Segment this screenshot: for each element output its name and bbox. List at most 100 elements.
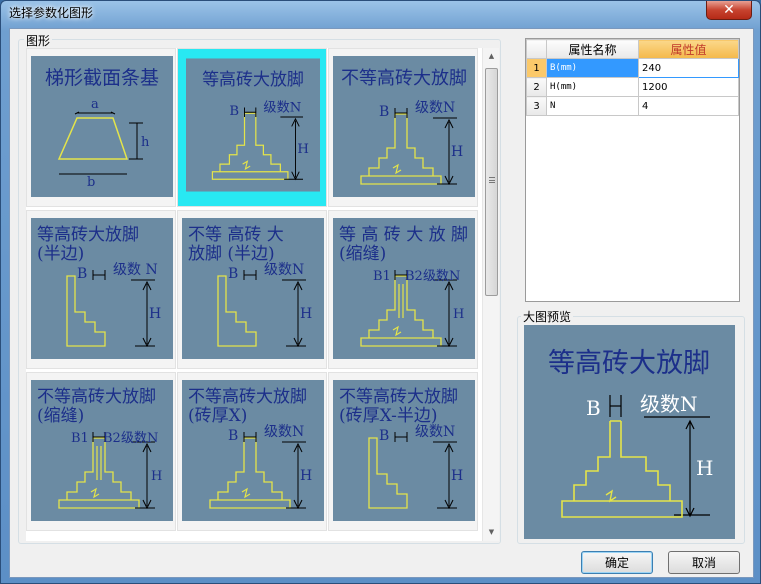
tile-label: b [87, 175, 95, 190]
shape-thumbnail: 不等高砖大放脚(砖厚X-半边) B 级数N H [333, 380, 475, 521]
scroll-thumb[interactable] [485, 68, 498, 296]
row-index: 1 [526, 58, 547, 78]
tile-label: 级数N [264, 262, 304, 278]
shape-thumbnail: 不等高砖大放脚 B 级数N H [333, 56, 475, 197]
preview-footing-outline [561, 420, 683, 518]
shape-tile[interactable]: 梯形截面条基 a h b [26, 48, 176, 207]
tile-label: B [229, 104, 239, 119]
row-index: 3 [526, 96, 547, 116]
tile-title-line2: (砖厚X-半边) [339, 406, 438, 426]
preview-break-mark-icon [605, 489, 617, 503]
title-bar[interactable]: 选择参数化图形 ✕ [1, 1, 760, 27]
tile-label: 级数N [415, 424, 455, 440]
tile-label: H [297, 142, 309, 157]
tile-label: H [453, 307, 464, 322]
tile-label: 级数N [423, 269, 460, 284]
tile-title-line2: (缩缝) [339, 244, 386, 264]
tile-title-line1: 等高砖大放脚 [37, 225, 139, 245]
property-name-cell: B(mm) [546, 58, 639, 78]
tile-label: B [228, 266, 238, 282]
shape-thumbnail: 不等高砖大放脚(缩缝) B1 B2 级数N H [31, 380, 173, 521]
tile-label: h [141, 135, 150, 150]
dialog-window: 选择参数化图形 ✕ 图形 梯形截面条基 a h b 等高砖大放脚 B 级数N H 不等高砖大放脚… [0, 0, 761, 584]
preview-title: 等高砖大放脚 [548, 348, 710, 379]
property-row[interactable]: 1 B(mm) 240 [526, 58, 739, 78]
tile-label: H [300, 306, 312, 322]
tile-label: 级数N [263, 99, 301, 115]
tile-label: B2 [405, 269, 423, 284]
tile-label: H [451, 468, 463, 484]
scroll-down-arrow-icon[interactable]: ▼ [483, 524, 500, 541]
dialog-client: 图形 梯形截面条基 a h b 等高砖大放脚 B 级数N H 不等高砖大放脚 B 级数N H 等高砖大放… [9, 28, 754, 578]
tile-label: 级数 N [113, 262, 158, 278]
tile-label: B1 [71, 431, 89, 446]
property-value-cell[interactable]: 1200 [638, 77, 739, 97]
tile-label: B [228, 428, 238, 444]
property-value-cell[interactable]: 4 [638, 96, 739, 116]
close-button[interactable]: ✕ [706, 1, 752, 20]
window-title: 选择参数化图形 [9, 6, 94, 20]
shape-tile[interactable]: 不等高砖大放脚 (砖厚X-半边) B 级数N H [328, 372, 478, 531]
gallery-group-label: 图形 [24, 32, 53, 49]
shape-gallery[interactable]: 梯形截面条基 a h b 等高砖大放脚 B 级数N H 不等高砖大放脚 B 级数N H 等高砖大放脚 (半… [26, 48, 498, 541]
tile-title-line2: 放脚 (半边) [188, 244, 275, 264]
tile-title: 等高砖大放脚 [202, 70, 304, 90]
shape-thumbnail: 等 高 砖 大 放 脚(缩缝) B1 B2 级数N H [333, 218, 475, 359]
tile-label: 级数N [264, 424, 304, 440]
header-property-value: 属性值 [638, 39, 739, 59]
tile-label: B [77, 266, 87, 282]
shape-tile[interactable]: 不等 高砖 大放脚 (半边) B 级数N H [177, 210, 327, 369]
property-value-cell[interactable]: 240 [638, 58, 739, 78]
property-name-cell: N [546, 96, 639, 116]
tile-label: 级数N [121, 431, 158, 446]
preview-label-h: H [696, 456, 713, 480]
tile-label: B [379, 428, 389, 444]
property-name-cell: H(mm) [546, 77, 639, 97]
tile-title-line2: (半边) [37, 244, 84, 264]
tile-label: B1 [373, 269, 391, 284]
tile-label: a [91, 97, 99, 112]
shape-tile[interactable]: 不等高砖大放脚 (砖厚X) B 级数N H [177, 372, 327, 531]
tile-title-line2: (砖厚X) [188, 406, 247, 426]
shape-thumbnail: 不等高砖大放脚(砖厚X) B 级数N H [182, 380, 324, 521]
corner-header [526, 39, 547, 59]
tile-title-line1: 不等 高砖 大 [188, 225, 284, 245]
scroll-up-arrow-icon[interactable]: ▲ [483, 48, 500, 65]
preview-group-label: 大图预览 [521, 308, 574, 325]
gallery-scrollbar[interactable]: ▲ ▼ [482, 48, 499, 541]
shape-thumbnail: 梯形截面条基 a h b [31, 56, 173, 197]
preview-drawing: 等高砖大放脚 B 级数N H [548, 348, 713, 518]
property-row[interactable]: 2 H(mm) 1200 [526, 77, 739, 97]
tile-title: 梯形截面条基 [45, 67, 159, 89]
tile-label: 级数N [415, 100, 455, 116]
tile-label: H [151, 469, 162, 484]
shape-tile[interactable]: 不等高砖大放脚 B 级数N H [328, 48, 478, 207]
cancel-button[interactable]: 取消 [668, 551, 740, 574]
ok-button[interactable]: 确定 [581, 551, 653, 574]
shape-thumbnail: 不等 高砖 大放脚 (半边) B 级数N H [182, 218, 324, 359]
tile-label: H [451, 144, 463, 160]
tile-label: B [379, 104, 389, 120]
preview-label-b: B [586, 396, 601, 420]
scroll-grip-icon [489, 177, 495, 183]
tile-title-line1: 不等高砖大放脚 [37, 387, 156, 407]
property-grid[interactable]: 属性名称 属性值 1 B(mm) 240 2 H(mm) 1200 3 N 4 [525, 38, 740, 302]
header-property-name: 属性名称 [546, 39, 639, 59]
tile-title-line1: 不等高砖大放脚 [339, 387, 458, 407]
shape-thumbnail: 等高砖大放脚(半边) B 级数 N H [31, 218, 173, 359]
tile-label: H [300, 468, 312, 484]
preview-label-n: 级数N [640, 392, 698, 416]
preview-image: 等高砖大放脚 B 级数N H [524, 325, 735, 539]
row-index: 2 [526, 77, 547, 97]
tile-title: 不等高砖大放脚 [341, 68, 467, 89]
shape-tile[interactable]: 等高砖大放脚 B 级数N H [177, 48, 327, 207]
property-row[interactable]: 3 N 4 [526, 96, 739, 116]
tile-label: B2 [103, 431, 121, 446]
tile-label: H [149, 306, 161, 322]
shape-tile[interactable]: 等高砖大放脚 (半边) B 级数 N H [26, 210, 176, 369]
shape-tile[interactable]: 不等高砖大放脚 (缩缝) B1 B2 级数N H [26, 372, 176, 531]
tile-title-line1: 等 高 砖 大 放 脚 [339, 225, 468, 245]
shape-thumbnail: 等高砖大放脚 B 级数N H [186, 58, 320, 192]
tile-title-line2: (缩缝) [37, 406, 84, 426]
shape-tile[interactable]: 等 高 砖 大 放 脚 (缩缝) B1 B2 级数N H [328, 210, 478, 369]
